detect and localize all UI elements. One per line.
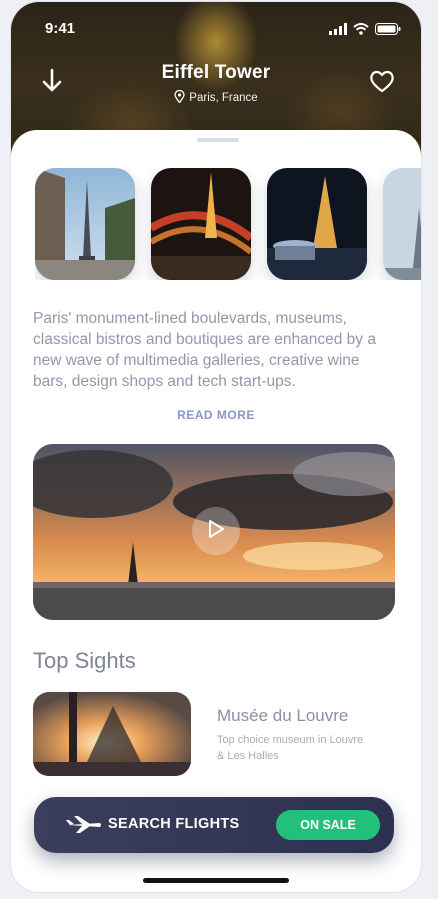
phone-screen: 9:41 Eiffel Tower Paris, France Paris' m… — [11, 2, 421, 892]
on-sale-badge: ON SALE — [276, 810, 380, 840]
gallery-photo[interactable] — [267, 168, 367, 280]
place-description: Paris' monument-lined boulevards, museum… — [33, 310, 376, 390]
sight-subtitle: Top choice museum in Louvre & Les Halles — [217, 734, 364, 762]
status-icons — [329, 22, 401, 40]
signal-icon — [329, 22, 347, 40]
photo-gallery[interactable] — [35, 168, 421, 280]
content-sheet[interactable]: Paris' monument-lined boulevards, museum… — [11, 130, 421, 892]
airplane-icon — [66, 815, 102, 835]
search-flights-label: SEARCH FLIGHTS — [108, 816, 240, 832]
location-text: Paris, France — [189, 92, 258, 104]
play-button[interactable] — [192, 507, 240, 555]
sight-card[interactable]: Musée du Louvre Top choice museum in Lou… — [33, 692, 395, 776]
status-time: 9:41 — [45, 20, 76, 37]
section-title: Top Sights — [33, 648, 136, 673]
battery-icon — [375, 22, 401, 40]
page-title: Eiffel Tower — [161, 62, 271, 83]
gallery-photo[interactable] — [383, 168, 421, 280]
gallery-photo[interactable] — [35, 168, 135, 280]
sight-name: Musée du Louvre — [217, 706, 349, 725]
play-icon — [207, 519, 225, 544]
location-pin-icon — [174, 89, 185, 106]
read-more-link[interactable]: READ MORE — [11, 408, 421, 422]
sheet-drag-handle[interactable] — [197, 138, 239, 142]
wifi-icon — [353, 22, 369, 40]
video-player[interactable] — [33, 444, 395, 620]
sight-photo[interactable] — [33, 692, 191, 776]
home-indicator[interactable] — [143, 878, 289, 883]
status-bar: 9:41 — [11, 20, 421, 40]
gallery-photo[interactable] — [151, 168, 251, 280]
search-flights-button[interactable]: SEARCH FLIGHTS ON SALE — [34, 797, 394, 853]
location-row: Paris, France — [11, 89, 421, 106]
